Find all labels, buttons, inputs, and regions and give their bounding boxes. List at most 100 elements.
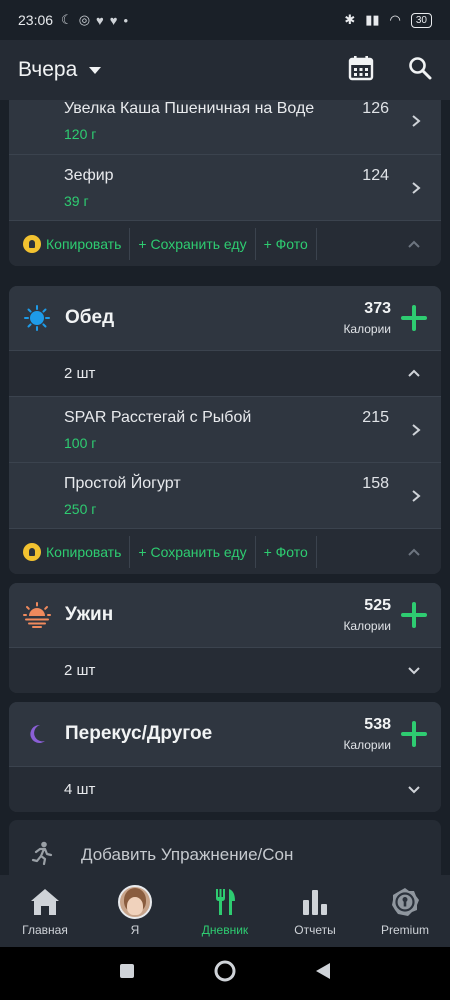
date-selector[interactable]: Вчера: [18, 58, 77, 82]
meal-calories: 373: [364, 300, 391, 317]
signal-icon: ▮▮: [365, 12, 380, 27]
food-name: Увелка Каша Пшеничная на Воде: [64, 100, 315, 117]
chevron-up-icon[interactable]: [407, 236, 421, 252]
meal-name: Обед: [65, 307, 115, 328]
status-time: 23:06: [18, 12, 54, 28]
add-food-button[interactable]: [401, 721, 427, 747]
chevron-down-icon[interactable]: [407, 662, 421, 679]
chevron-up-icon[interactable]: [407, 365, 421, 382]
chevron-down-icon[interactable]: [407, 781, 421, 798]
chevron-right-icon: [411, 155, 421, 220]
chevron-up-icon[interactable]: [407, 544, 421, 560]
food-row[interactable]: SPAR Расстегай с Рыбой 100 г 215: [9, 396, 441, 462]
sun-icon: [23, 304, 51, 332]
status-notification-icons: ☾ ◎ ♥ ♥ •: [61, 12, 128, 28]
nav-diary[interactable]: Дневник: [180, 875, 270, 947]
item-count: 2 шт: [64, 365, 96, 382]
food-row[interactable]: Увелка Каша Пшеничная на Воде 120 г 126: [9, 100, 441, 154]
food-row[interactable]: Простой Йогурт 250 г 158: [9, 462, 441, 528]
copy-label: Копировать: [46, 235, 122, 252]
food-calories: 215: [362, 409, 389, 426]
meal-card-lunch: Обед 373 Калории 2 шт SPAR Расстегай с Р…: [9, 286, 441, 574]
food-calories: 158: [362, 475, 389, 492]
chevron-right-icon: [411, 100, 421, 154]
meal-card-breakfast: Увелка Каша Пшеничная на Воде 120 г 126 …: [9, 100, 441, 266]
food-calories: 124: [362, 167, 389, 184]
wifi-icon: ◠: [389, 12, 401, 27]
battery-icon: 30: [410, 12, 432, 28]
heart-icon: ♥: [96, 12, 104, 28]
meal-card-snack: Перекус/Другое 538 Калории 4 шт: [9, 702, 441, 812]
moon-icon: [23, 720, 51, 748]
add-exercise-label: Добавить Упражнение/Сон: [81, 845, 294, 864]
nav-premium[interactable]: Premium: [360, 875, 450, 947]
add-photo-button[interactable]: + Фото: [256, 227, 317, 260]
home-icon: [29, 885, 61, 919]
moon-icon: ☾: [61, 12, 73, 27]
nav-label: Premium: [380, 923, 429, 937]
save-meal-button[interactable]: + Сохранить еду: [130, 227, 256, 260]
nav-label: Я: [130, 923, 140, 937]
meal-header[interactable]: Обед 373 Калории: [9, 286, 441, 350]
diary-content[interactable]: Увелка Каша Пшеничная на Воде 120 г 126 …: [0, 100, 450, 875]
bottom-navigation: Главная Я Дневник Отчеты Premium: [0, 875, 450, 947]
nav-reports[interactable]: Отчеты: [270, 875, 360, 947]
item-count-row[interactable]: 4 шт: [9, 766, 441, 812]
system-navigation-bar: [0, 947, 450, 1000]
calendar-icon[interactable]: [348, 55, 374, 86]
calories-label: Калории: [343, 738, 391, 752]
meal-name: Ужин: [65, 604, 114, 625]
food-row[interactable]: Зефир 39 г 124: [9, 154, 441, 220]
premium-lock-icon: [23, 542, 41, 561]
fork-knife-icon: [213, 885, 237, 919]
chevron-right-icon: [411, 463, 421, 528]
app-bar: Вчера: [0, 40, 450, 100]
meal-header[interactable]: Перекус/Другое 538 Калории: [9, 702, 441, 766]
app-notification-icon: ◎: [78, 12, 91, 27]
status-system-icons: ✱ ▮▮ ◠ 30: [344, 12, 432, 28]
dot-icon: •: [123, 12, 129, 28]
item-count-row[interactable]: 2 шт: [9, 647, 441, 693]
premium-badge-icon: [390, 885, 420, 919]
food-quantity: 39 г: [64, 193, 89, 209]
nav-label: Главная: [22, 923, 68, 937]
meal-card-dinner: Ужин 525 Калории 2 шт: [9, 583, 441, 693]
chevron-down-icon[interactable]: [89, 66, 102, 74]
save-meal-button[interactable]: + Сохранить еду: [130, 535, 256, 568]
item-count: 4 шт: [64, 781, 96, 798]
food-quantity: 120 г: [64, 126, 97, 142]
search-icon[interactable]: [408, 56, 432, 85]
back-icon[interactable]: [314, 961, 332, 986]
nav-home[interactable]: Главная: [0, 875, 90, 947]
add-photo-button[interactable]: + Фото: [256, 535, 317, 568]
calories-label: Калории: [343, 322, 391, 336]
bar-chart-icon: [302, 885, 328, 919]
running-icon: [31, 841, 53, 870]
food-quantity: 100 г: [64, 435, 97, 451]
avatar: [118, 885, 152, 919]
add-food-button[interactable]: [401, 602, 427, 628]
chevron-right-icon: [411, 397, 421, 462]
food-name: SPAR Расстегай с Рыбой: [64, 409, 252, 426]
item-count-row[interactable]: 2 шт: [9, 350, 441, 396]
add-food-button[interactable]: [401, 305, 427, 331]
recents-icon[interactable]: [118, 962, 136, 985]
copy-meal-button[interactable]: Копировать: [9, 535, 131, 568]
premium-lock-icon: [23, 234, 41, 253]
food-name: Зефир: [64, 167, 114, 184]
heart-icon: ♥: [109, 12, 118, 28]
bluetooth-icon: ✱: [344, 12, 356, 27]
meal-actions: Копировать + Сохранить еду + Фото: [9, 528, 441, 574]
copy-label: Копировать: [46, 543, 122, 560]
calories-label: Калории: [343, 619, 391, 633]
meal-header[interactable]: Ужин 525 Калории: [9, 583, 441, 647]
home-circle-icon[interactable]: [213, 959, 237, 988]
nav-label: Отчеты: [294, 923, 336, 937]
nav-me[interactable]: Я: [90, 875, 180, 947]
food-calories: 126: [362, 100, 389, 117]
add-exercise-button[interactable]: Добавить Упражнение/Сон: [9, 820, 441, 875]
sunset-icon: [23, 601, 51, 629]
meal-calories: 525: [364, 597, 391, 614]
meal-calories: 538: [364, 716, 391, 733]
copy-meal-button[interactable]: Копировать: [9, 227, 131, 260]
